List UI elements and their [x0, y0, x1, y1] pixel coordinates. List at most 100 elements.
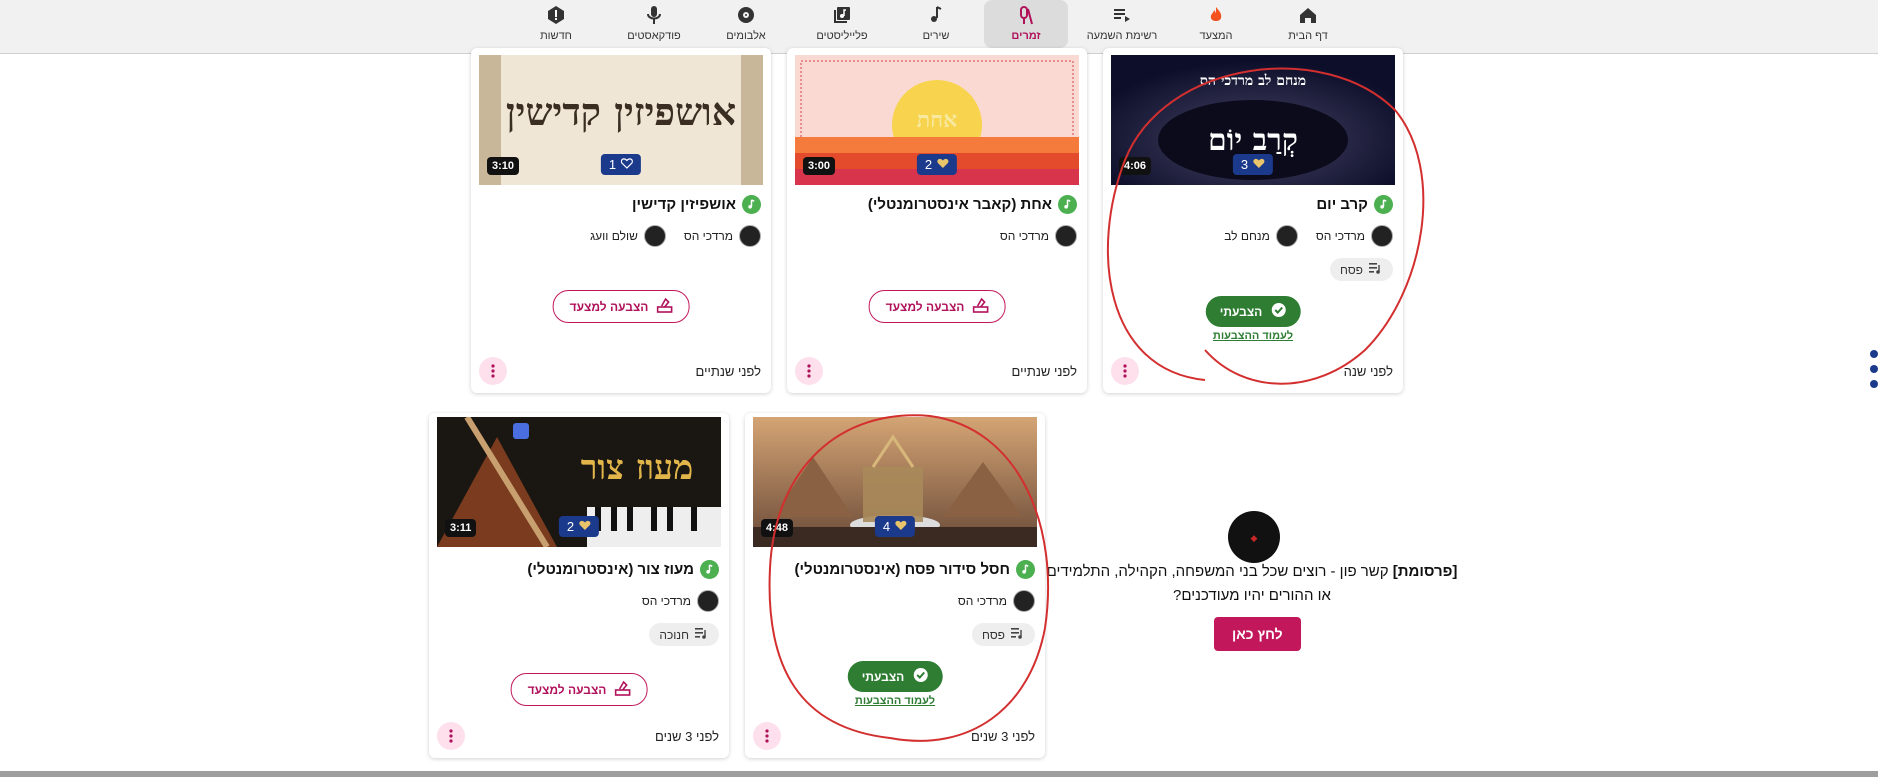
- duration-badge: 4:48: [761, 519, 794, 537]
- music-note-icon: [1016, 560, 1035, 579]
- nav-item-3[interactable]: זמרים: [984, 0, 1068, 48]
- ad-tag: [פרסומת]: [1392, 563, 1458, 580]
- like-button[interactable]: 1: [600, 154, 642, 175]
- nav-item-7[interactable]: פודקאסטים: [612, 0, 696, 48]
- artists-row: מרדכי הס: [642, 590, 719, 612]
- artist-link[interactable]: מרדכי הס: [684, 225, 761, 247]
- song-title: קרב יום: [1316, 196, 1368, 213]
- side-menu-dots-icon[interactable]: [1870, 350, 1878, 395]
- artist-link[interactable]: מנחם לב: [1224, 225, 1298, 247]
- voted-button[interactable]: הצבעתי: [1205, 296, 1301, 327]
- like-count: 2: [924, 157, 933, 172]
- more-options-icon[interactable]: [753, 722, 781, 750]
- more-options-icon[interactable]: [479, 357, 507, 385]
- microphone-icon: [643, 4, 665, 26]
- top-navigation-bar: דף הבית המצעד רשימת השמעה זמרים שירים פלייליס…: [0, 0, 1878, 54]
- song-card[interactable]: 4:48 4 חסל סידור פסח (אינסטרומנטלי) מרדכי ה…: [745, 413, 1045, 758]
- nav-item-label: אלבומים: [726, 30, 766, 42]
- home-icon: [1297, 4, 1319, 26]
- song-title: מעוז צור (אינסטרומנטלי): [527, 561, 694, 578]
- vote-chart-button[interactable]: הצבעה למצעד: [510, 673, 648, 706]
- like-button[interactable]: 3: [1232, 154, 1274, 175]
- nav-item-1[interactable]: המצעד: [1174, 0, 1258, 48]
- playlist-chip-label: פסח: [1340, 262, 1363, 277]
- song-title-row[interactable]: מעוז צור (אינסטרומנטלי): [527, 560, 719, 579]
- more-options-icon[interactable]: [1111, 357, 1139, 385]
- playlist-chip[interactable]: פסח: [1330, 258, 1393, 281]
- artist-link[interactable]: שולם וועג: [590, 225, 666, 247]
- thumb-subtitle: מנחם לב מרדכי הס: [1200, 73, 1306, 89]
- thumb-title: אחת: [917, 107, 958, 133]
- voted-label: הצבעתי: [861, 669, 905, 684]
- vote-label: הצבעה למצעד: [569, 299, 649, 314]
- song-card[interactable]: קְרַב יוֹם מנחם לב מרדכי הס 4:06 3 קרב יום מר…: [1103, 48, 1403, 393]
- like-count: 2: [566, 519, 575, 534]
- artist-name: שולם וועג: [590, 229, 638, 243]
- artist-link[interactable]: מרדכי הס: [1000, 225, 1077, 247]
- artists-row: מרדכי הס: [958, 590, 1035, 612]
- horizontal-scrollbar[interactable]: [0, 771, 1878, 777]
- song-title-row[interactable]: קרב יום: [1316, 195, 1393, 214]
- thumb-title: קְרַב יוֹם: [1208, 123, 1298, 158]
- more-options-icon[interactable]: [795, 357, 823, 385]
- votes-page-link[interactable]: לעמוד ההצבעות: [1213, 330, 1293, 342]
- vote-chart-button[interactable]: הצבעה למצעד: [868, 290, 1006, 323]
- ad-body: קשר פון - רוצים שכל בני המשפחה, הקהילה, …: [1046, 563, 1389, 604]
- song-thumbnail[interactable]: קְרַב יוֹם מנחם לב מרדכי הס 4:06 3: [1111, 55, 1395, 185]
- check-circle-icon: [912, 667, 928, 686]
- like-button[interactable]: 2: [916, 154, 958, 175]
- song-title-row[interactable]: חסל סידור פסח (אינסטרומנטלי): [794, 560, 1035, 579]
- song-title-row[interactable]: אחת (קאבר אינסטרומנטלי): [868, 195, 1077, 214]
- song-thumbnail[interactable]: מעוז צור 3:11 2: [437, 417, 721, 547]
- artist-name: מנחם לב: [1224, 229, 1270, 243]
- playlist-chip-label: פסח: [982, 627, 1005, 642]
- playlist-chip[interactable]: חנוכה: [649, 623, 719, 646]
- nav-item-5[interactable]: פלייליסטים: [800, 0, 884, 48]
- music-note-icon: [742, 195, 761, 214]
- like-button[interactable]: 4: [874, 516, 916, 537]
- avatar: [739, 225, 761, 247]
- nav-item-6[interactable]: אלבומים: [704, 0, 788, 48]
- artist-link[interactable]: מרדכי הס: [958, 590, 1035, 612]
- song-card[interactable]: אושפיזין קדישין 3:10 1 אושפיזין קדישין מרדכי…: [471, 48, 771, 393]
- playlist-icon: [1369, 262, 1383, 277]
- avatar: [1055, 225, 1077, 247]
- nav-item-2[interactable]: רשימת השמעה: [1080, 0, 1164, 48]
- song-thumbnail[interactable]: אושפיזין קדישין 3:10 1: [479, 55, 763, 185]
- music-note-icon: [1058, 195, 1077, 214]
- heart-icon: [895, 519, 907, 534]
- song-card[interactable]: מעוז צור 3:11 2 מעוז צור (אינסטרומנטלי) מרדכ…: [429, 413, 729, 758]
- avatar: [697, 590, 719, 612]
- album-icon: [735, 4, 757, 26]
- artist-link[interactable]: מרדכי הס: [642, 590, 719, 612]
- ad-click-here-button[interactable]: לחץ כאן: [1214, 617, 1301, 651]
- artists-row: מרדכי הס: [1000, 225, 1077, 247]
- avatar: [1275, 225, 1298, 247]
- playlist-chip[interactable]: פסח: [972, 623, 1035, 646]
- avatar: [1371, 225, 1393, 247]
- playlist-play-icon: [1111, 4, 1133, 26]
- thumb-title: אושפיזין קדישין: [506, 89, 736, 134]
- microphone-stand-icon: [1015, 4, 1037, 26]
- song-title: אושפיזין קדישין: [631, 196, 736, 213]
- nav-item-label: פלייליסטים: [816, 30, 868, 42]
- nav-item-4[interactable]: שירים: [894, 0, 978, 48]
- vote-label: הצבעה למצעד: [527, 682, 607, 697]
- nav-item-0[interactable]: דף הבית: [1266, 0, 1350, 48]
- more-options-icon[interactable]: [437, 722, 465, 750]
- artist-link[interactable]: מרדכי הס: [1316, 225, 1393, 247]
- voted-button[interactable]: הצבעתי: [847, 661, 943, 692]
- like-button[interactable]: 2: [558, 516, 600, 537]
- fire-icon: [1205, 4, 1227, 26]
- song-title-row[interactable]: אושפיזין קדישין: [632, 195, 761, 214]
- artist-name: מרדכי הס: [999, 229, 1049, 243]
- playlist-chip-label: חנוכה: [659, 627, 689, 642]
- song-thumbnail[interactable]: אחת 3:00 2: [795, 55, 1079, 185]
- vote-icon: [614, 680, 631, 699]
- nav-item-8[interactable]: חדשות: [514, 0, 598, 48]
- song-thumbnail[interactable]: 4:48 4: [753, 417, 1037, 547]
- vote-chart-button[interactable]: הצבעה למצעד: [552, 290, 690, 323]
- ad-logo: ◆: [1228, 511, 1280, 563]
- song-card[interactable]: אחת 3:00 2 אחת (קאבר אינסטרומנטלי) מרדכי הס ה…: [787, 48, 1087, 393]
- votes-page-link[interactable]: לעמוד ההצבעות: [855, 695, 935, 707]
